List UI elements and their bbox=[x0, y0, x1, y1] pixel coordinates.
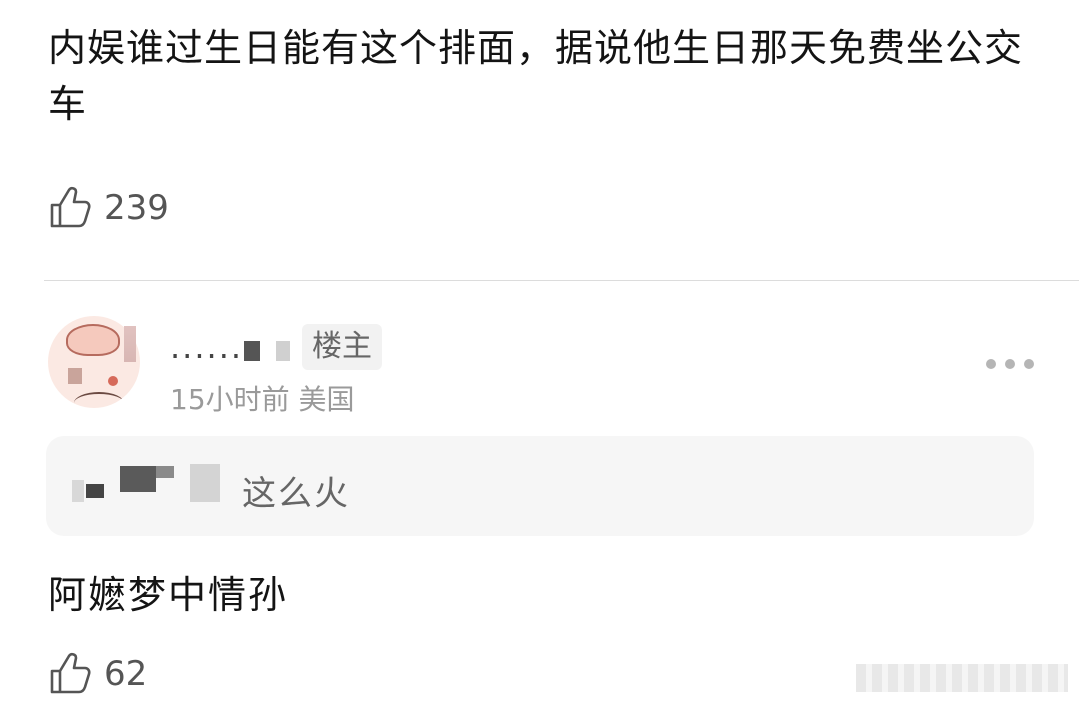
like-button[interactable]: 62 bbox=[48, 652, 147, 696]
username-blur bbox=[244, 341, 260, 361]
dot-icon bbox=[1024, 359, 1034, 369]
username-blur bbox=[276, 341, 290, 361]
quoted-username-blur bbox=[190, 464, 220, 502]
avatar-ear bbox=[66, 324, 120, 356]
watermark bbox=[856, 664, 1068, 692]
thumbs-up-icon bbox=[50, 652, 91, 694]
dot-icon bbox=[1005, 359, 1015, 369]
quoted-username-blur bbox=[120, 466, 156, 492]
quoted-username-blur bbox=[156, 466, 174, 478]
op-badge: 楼主 bbox=[302, 324, 382, 370]
divider bbox=[44, 280, 1079, 281]
avatar-eye bbox=[108, 376, 118, 386]
comment-meta: 15小时前 美国 bbox=[170, 383, 355, 416]
like-count: 62 bbox=[104, 654, 148, 694]
more-options-button[interactable] bbox=[986, 352, 1034, 376]
quoted-text: 这么火 bbox=[242, 474, 350, 514]
comment-thread: 内娱谁过生日能有这个排面，据说他生日那天免费坐公交车 239 ...... 楼主… bbox=[0, 0, 1079, 703]
reply-text: 阿嬷梦中情孙 bbox=[48, 573, 289, 617]
comment-text: 内娱谁过生日能有这个排面，据说他生日那天免费坐公交车 bbox=[48, 26, 1024, 126]
quoted-username-blur bbox=[72, 480, 84, 502]
avatar-badge-blur bbox=[124, 326, 136, 362]
like-button[interactable]: 239 bbox=[48, 186, 169, 230]
thumbs-up-icon bbox=[50, 186, 91, 228]
like-count: 239 bbox=[104, 188, 169, 228]
dot-icon bbox=[986, 359, 996, 369]
avatar-mouth bbox=[74, 392, 124, 408]
avatar-cheek bbox=[68, 368, 82, 384]
quoted-username-blur bbox=[86, 484, 104, 498]
username[interactable]: ...... bbox=[170, 328, 243, 366]
